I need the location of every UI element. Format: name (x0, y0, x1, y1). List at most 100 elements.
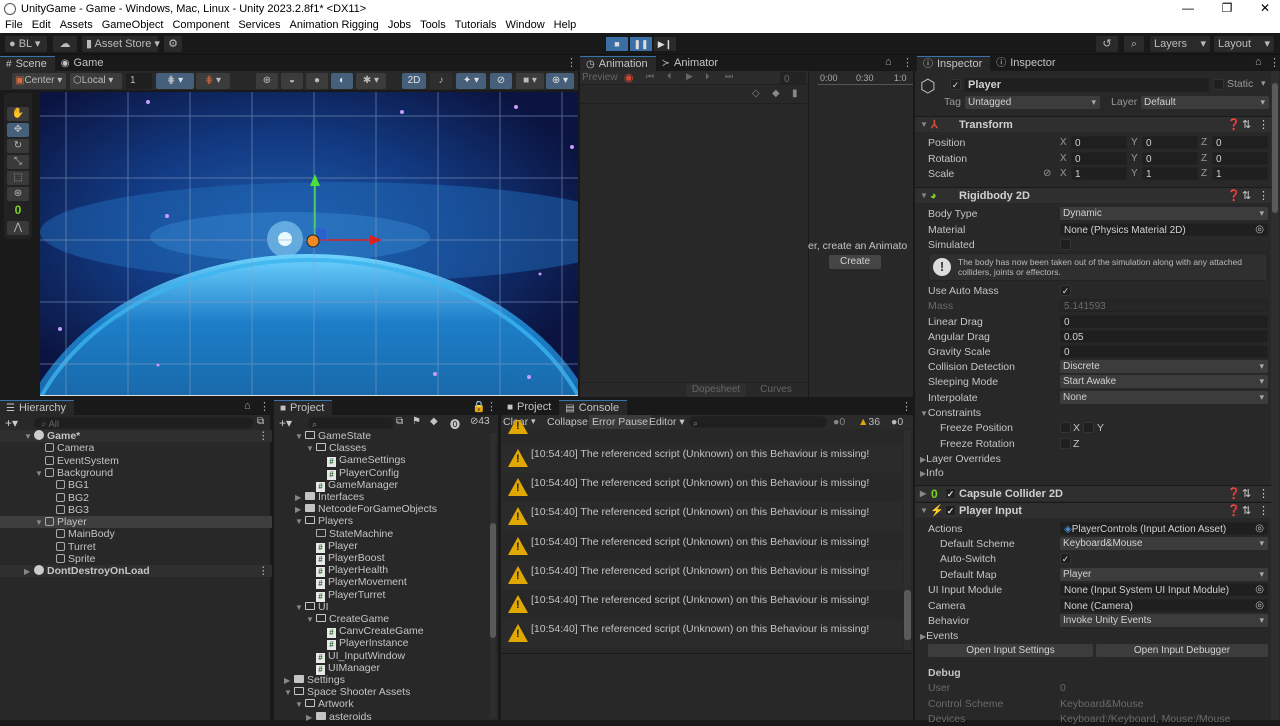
gizmos-dropdown[interactable]: ⊕ ▾ (546, 73, 574, 89)
tag-dropdown[interactable]: Untagged (965, 96, 1100, 109)
tab-hierarchy[interactable]: ☰ Hierarchy (0, 400, 75, 415)
project-item[interactable]: # UIManager (306, 662, 526, 675)
default-scheme-dropdown[interactable]: Keyboard&Mouse (1060, 537, 1268, 550)
play-animation-button[interactable]: ▶ (686, 71, 693, 82)
scene-menu-icon[interactable]: ⋮ (258, 565, 269, 577)
position-z-field[interactable]: 0 (1212, 136, 1268, 149)
inspector-lock-icon[interactable]: ⌂ (1255, 56, 1262, 68)
draw-mode-shaded[interactable]: ● (306, 73, 328, 89)
component-menu-icon[interactable]: ⋮ (1258, 486, 1269, 502)
filter-label-icon[interactable]: ◆ (430, 416, 438, 427)
default-map-dropdown[interactable]: Player (1060, 568, 1268, 581)
menu-file[interactable]: File (5, 19, 23, 31)
expand-arrow-icon[interactable]: ▶ (306, 712, 316, 724)
interpolate-dropdown[interactable]: None (1060, 391, 1268, 404)
create-asset-button[interactable]: +▾ (279, 416, 292, 430)
collapse-arrow-icon[interactable]: ▼ (306, 443, 316, 455)
ui-input-module-field[interactable]: None (Input System UI Input Module) (1060, 583, 1268, 596)
hierarchy-item[interactable]: Turret (0, 541, 272, 553)
collapse-arrow-icon[interactable]: ▼ (295, 431, 305, 443)
object-name-input[interactable]: Player (964, 78, 1209, 92)
add-event-icon[interactable]: ▮ (792, 88, 798, 99)
layer-overrides-foldout[interactable]: ▶Layer Overrides (920, 452, 1001, 466)
camera-dropdown[interactable]: ■ ▾ (516, 73, 544, 89)
menu-assets[interactable]: Assets (60, 19, 93, 31)
project-item[interactable]: ▼ Artwork (295, 698, 515, 710)
tab-animator[interactable]: ≻ Animator (655, 56, 727, 71)
collapse-arrow-icon[interactable]: ▼ (284, 687, 294, 699)
transform-header[interactable]: ▼ ⅄ Transform ❓ ⇅ ⋮ (915, 116, 1272, 132)
filter-type-icon[interactable]: ⚑ (412, 416, 421, 427)
rigidbody2d-header[interactable]: ▼ ◕ Rigidbody 2D ❓ ⇅ ⋮ (915, 187, 1272, 203)
project-search-input[interactable]: ⌕ (308, 417, 394, 429)
project-item[interactable]: ▼ Players (295, 515, 515, 527)
menu-jobs[interactable]: Jobs (388, 19, 411, 31)
draw-mode-unlit[interactable]: ◐ (331, 73, 353, 89)
hierarchy-item[interactable]: Camera (0, 442, 272, 454)
collapse-arrow-icon[interactable]: ▼ (295, 699, 305, 711)
collapse-arrow-icon[interactable]: ▼ (35, 468, 45, 480)
filter-keyframe-icon[interactable]: ◇ (752, 88, 760, 99)
presets-icon[interactable]: ⇅ (1242, 486, 1251, 502)
rect-tool[interactable]: ⬚ (7, 171, 29, 185)
menu-animation-rigging[interactable]: Animation Rigging (290, 19, 379, 31)
inspector-scrollbar[interactable] (1271, 71, 1279, 720)
frame-input[interactable]: 0 (780, 72, 806, 85)
menu-gameobject[interactable]: GameObject (102, 19, 164, 31)
console-log-entry[interactable]: [10:54:40] The referenced script (Unknow… (501, 590, 903, 619)
material-field[interactable]: None (Physics Material 2D) (1060, 223, 1268, 236)
menu-help[interactable]: Help (554, 19, 577, 31)
visibility-toggle[interactable]: ⊘ (490, 73, 512, 89)
rotation-z-field[interactable]: 0 (1212, 151, 1268, 165)
project-item[interactable]: ▼ UI (295, 601, 515, 613)
console-log-entry[interactable]: [10:54:40] The referenced script (Unknow… (501, 532, 903, 561)
open-input-debugger-button[interactable]: Open Input Debugger (1096, 644, 1268, 657)
help-icon[interactable]: ❓ (1227, 117, 1241, 133)
inspector-scrollbar-thumb[interactable] (1272, 83, 1278, 213)
help-icon[interactable]: ❓ (1227, 486, 1241, 502)
menu-window[interactable]: Window (506, 19, 545, 31)
layer-dropdown[interactable]: Default (1141, 96, 1269, 109)
expand-arrow-icon[interactable]: ▶ (295, 492, 305, 504)
settings-button[interactable]: ⚙ (164, 36, 182, 52)
player-input-header[interactable]: ▼ ⚡ ✓ Player Input ❓ ⇅ ⋮ (915, 502, 1272, 518)
hierarchy-item[interactable]: ▼ Background (0, 467, 272, 479)
auto-switch-checkbox[interactable]: ✓ (1060, 553, 1071, 564)
asset-store-dropdown[interactable]: ▮ Asset Store ▾ (82, 36, 160, 52)
expand-arrow-icon[interactable]: ▶ (920, 486, 926, 502)
tab-scene[interactable]: # Scene (0, 56, 55, 71)
record-button[interactable]: ◉ (624, 71, 634, 84)
pivot-dropdown[interactable]: ▣Center ▾ (12, 73, 66, 89)
stop-button[interactable]: ■ (606, 37, 628, 51)
curves-tab[interactable]: Curves (746, 383, 806, 397)
hidden-packages-toggle[interactable]: ⊘43 (470, 416, 490, 427)
project-item[interactable]: ▶ asteroids (306, 711, 526, 723)
scale-x-field[interactable]: 1 (1071, 167, 1127, 180)
effects-dropdown[interactable]: ✦ ▾ (456, 73, 486, 89)
hierarchy-search-input[interactable]: ⌕ All (34, 417, 254, 429)
use-auto-mass-checkbox[interactable]: ✓ (1060, 285, 1071, 296)
sleeping-mode-dropdown[interactable]: Start Awake (1060, 375, 1268, 388)
project-item[interactable]: # PlayerHealth (306, 564, 526, 578)
collapse-arrow-icon[interactable]: ▼ (295, 602, 305, 614)
presets-icon[interactable]: ⇅ (1242, 188, 1251, 204)
undo-history-button[interactable]: ↺ (1096, 36, 1118, 52)
next-keyframe-button[interactable]: ⏵ (705, 71, 710, 82)
project-item[interactable]: StateMachine (306, 528, 526, 540)
console-log-entry[interactable]: [10:54:40] The referenced script (Unknow… (501, 619, 903, 649)
dopesheet-tab[interactable]: Dopesheet (686, 383, 746, 397)
scene-viewport[interactable] (40, 92, 578, 396)
collapse-arrow-icon[interactable]: ▼ (295, 516, 305, 528)
project-item[interactable]: ▼ Space Shooter Assets (284, 686, 504, 698)
component-menu-icon[interactable]: ⋮ (1258, 188, 1269, 204)
custom-tool[interactable]: ⋀ (7, 221, 29, 235)
hierarchy-menu-icon[interactable]: ⋮ (259, 400, 270, 413)
menu-component[interactable]: Component (172, 19, 229, 31)
camera-field[interactable]: None (Camera) (1060, 599, 1268, 612)
add-object-button[interactable]: +▾ (5, 416, 18, 430)
minimize-button[interactable]: — (1168, 0, 1208, 17)
console-scrollbar-thumb[interactable] (904, 590, 911, 640)
step-button[interactable]: ▶❙ (654, 37, 676, 51)
layers-dropdown[interactable]: Layers ▾ (1150, 36, 1210, 52)
project-lock-icon[interactable]: 🔒 (472, 400, 486, 413)
